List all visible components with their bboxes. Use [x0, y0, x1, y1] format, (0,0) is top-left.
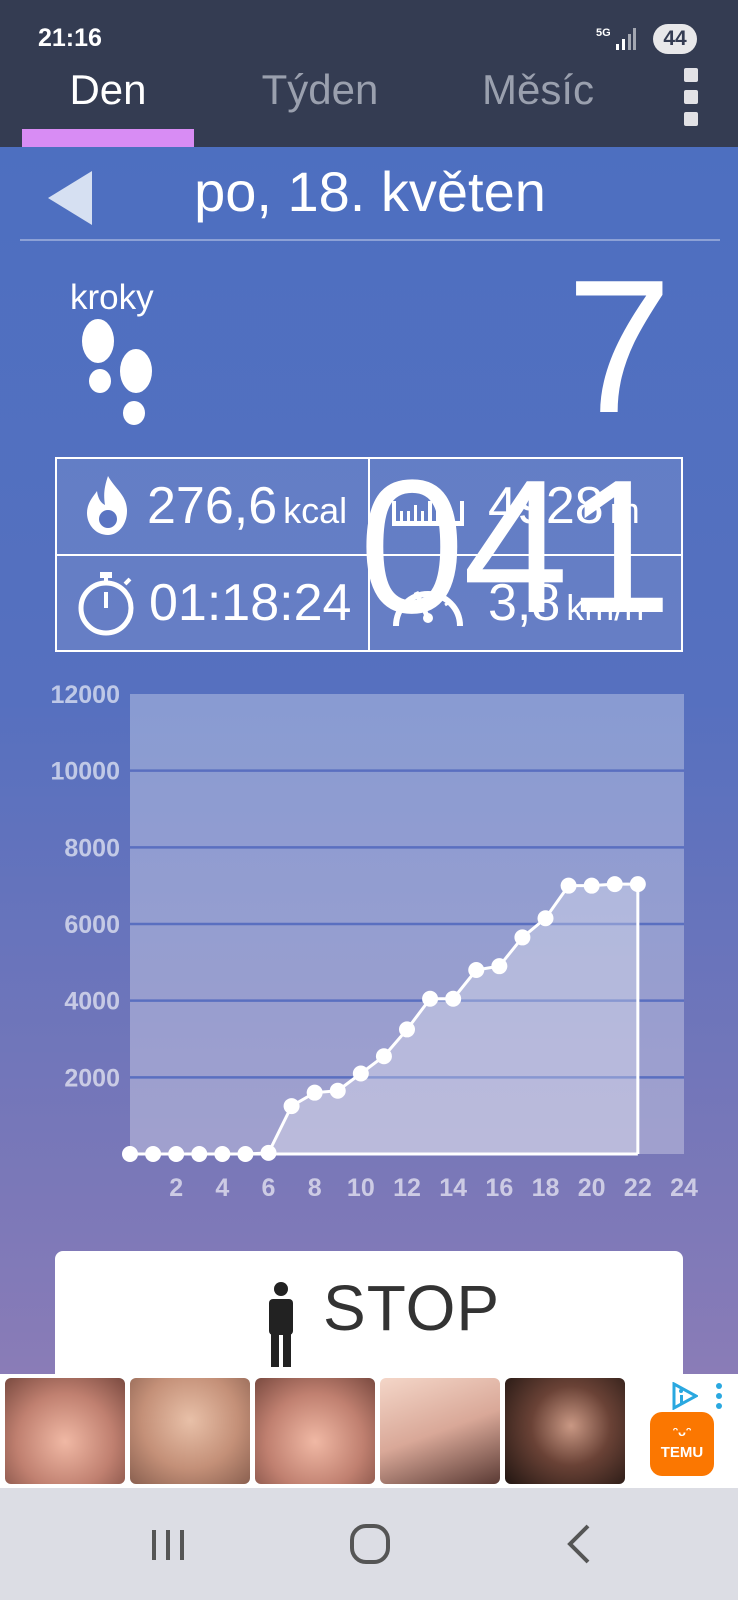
calories-stat: 276,6 kcal — [57, 459, 368, 554]
steps-chart-svg: 200040006000800010000120002 4 6 8 10 12 14 16 18… — [50, 681, 698, 1202]
x-tick-label: 14 — [439, 1174, 467, 1202]
ad-image-portrait[interactable] — [505, 1378, 625, 1484]
data-point — [468, 962, 485, 978]
data-point — [260, 1144, 277, 1161]
data-point — [237, 1146, 254, 1162]
footprints-icon — [82, 319, 152, 425]
temu-logo-text: TEMU — [660, 1444, 704, 1461]
active-tab-indicator — [22, 129, 194, 147]
x-tick-label: 10 — [347, 1174, 375, 1202]
status-time: 21:16 — [38, 24, 102, 52]
data-point — [629, 876, 646, 893]
distance-unit: m — [609, 490, 640, 531]
status-bar: 21:16 5G 44 — [0, 0, 738, 60]
data-point — [191, 1146, 208, 1162]
speedometer-icon — [393, 590, 463, 627]
data-point — [606, 876, 623, 893]
stop-button[interactable]: STOP — [55, 1251, 683, 1374]
tab-week-label: Týden — [261, 66, 379, 113]
current-date: po, 18. květen — [194, 160, 546, 223]
back-arrow-icon[interactable] — [46, 167, 96, 229]
ruler-icon — [392, 501, 464, 526]
data-point — [352, 1065, 369, 1082]
speed-unit: km/h — [566, 587, 645, 628]
data-point — [329, 1082, 346, 1099]
tab-week[interactable]: Týden — [240, 62, 400, 118]
data-point — [168, 1146, 185, 1162]
home-icon[interactable] — [340, 1516, 400, 1572]
distance-stat: 4928 m — [370, 459, 683, 554]
data-point — [560, 877, 577, 894]
stop-button-label: STOP — [323, 1272, 501, 1344]
y-tick-label: 8000 — [64, 834, 120, 862]
x-tick-label: 16 — [485, 1174, 513, 1202]
steps-chart: 2000 4000 6000 8000 10000 12000 2 4 6 8 10 12 14 16 18… — [0, 667, 738, 1207]
ad-banner[interactable]: ᵔᴗᵔ TEMU — [0, 1374, 738, 1488]
x-tick-label: 4 — [215, 1174, 229, 1202]
calories-value: 276,6 — [147, 477, 278, 535]
overflow-menu-icon[interactable] — [676, 66, 706, 130]
ad-image-pendant[interactable] — [255, 1378, 375, 1484]
tab-month-label: Měsíc — [481, 66, 594, 113]
x-tick-label: 24 — [670, 1174, 698, 1202]
tab-month[interactable]: Měsíc — [458, 62, 618, 118]
temu-logo-glyphs: ᵔᴗᵔ — [672, 1424, 692, 1439]
data-point — [122, 1146, 138, 1162]
back-icon[interactable] — [552, 1516, 612, 1572]
ad-image-choker[interactable] — [130, 1378, 250, 1484]
x-tick-label: 22 — [624, 1174, 652, 1202]
data-point — [399, 1021, 415, 1038]
steps-label: kroky — [70, 278, 154, 317]
stopwatch-icon — [78, 572, 134, 636]
y-tick-label: 12000 — [50, 681, 120, 709]
distance-value: 4928 — [488, 477, 604, 535]
main-content: po, 18. květen kroky 7 041 276,6 kcal 49… — [0, 147, 738, 1374]
data-point — [375, 1048, 392, 1065]
y-tick-label: 10000 — [50, 758, 120, 786]
data-point — [214, 1146, 231, 1162]
data-point — [145, 1146, 162, 1162]
tab-day[interactable]: Den — [22, 62, 194, 118]
signal-icon — [616, 28, 636, 50]
x-tick-label: 6 — [262, 1174, 276, 1202]
system-navigation-bar — [0, 1488, 738, 1600]
y-tick-label: 4000 — [64, 988, 120, 1016]
speed-value: 3,8 — [488, 574, 561, 632]
data-point — [445, 990, 462, 1007]
flame-icon — [87, 476, 127, 535]
duration-stat: 01:18:24 — [57, 556, 368, 651]
data-point — [583, 877, 600, 894]
battery-indicator: 44 — [653, 24, 697, 54]
adchoices-icon[interactable] — [670, 1382, 698, 1410]
data-point — [491, 958, 508, 975]
data-point — [283, 1098, 300, 1115]
y-tick-label: 2000 — [64, 1064, 120, 1092]
x-tick-label: 2 — [169, 1174, 183, 1202]
x-tick-label: 20 — [578, 1174, 606, 1202]
x-tick-label: 18 — [532, 1174, 560, 1202]
person-icon — [269, 1282, 293, 1367]
y-tick-label: 6000 — [64, 911, 120, 939]
recent-apps-icon[interactable] — [138, 1516, 198, 1572]
ad-options-icon[interactable] — [714, 1382, 724, 1410]
data-point — [537, 910, 554, 927]
x-tick-label: 12 — [393, 1174, 421, 1202]
calories-unit: kcal — [283, 490, 348, 531]
x-tick-label: 8 — [308, 1174, 322, 1202]
stats-grid: 276,6 kcal 4928 m 01:18:24 3,8 km/h — [55, 457, 683, 652]
tab-day-label: Den — [69, 66, 147, 113]
ad-image-lashes[interactable] — [380, 1378, 500, 1484]
network-type: 5G — [596, 27, 611, 39]
date-navigation: po, 18. květen — [0, 147, 738, 242]
top-bar: 21:16 5G 44 Den Týden Měsíc — [0, 0, 738, 147]
speed-stat: 3,8 km/h — [370, 556, 683, 651]
ad-image-necklace[interactable] — [5, 1378, 125, 1484]
duration-value: 01:18:24 — [149, 574, 352, 632]
data-point — [514, 929, 531, 946]
temu-logo[interactable]: ᵔᴗᵔ TEMU — [650, 1412, 714, 1476]
data-point — [306, 1084, 323, 1101]
data-point — [422, 990, 439, 1007]
